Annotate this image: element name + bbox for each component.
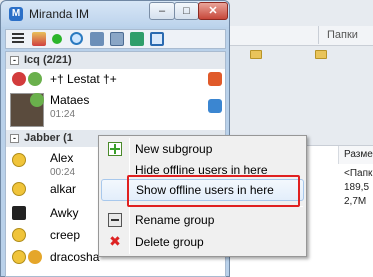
rename-icon <box>108 213 122 227</box>
minimize-button[interactable]: – <box>149 2 175 20</box>
options-icon[interactable] <box>90 32 104 46</box>
contact-item[interactable]: +† Lestat †+ <box>6 70 225 88</box>
background-folder-row <box>240 46 373 64</box>
background-folders-tab[interactable]: Папки <box>318 26 373 44</box>
background-cell: 189,5 <box>344 182 370 193</box>
extra-status-icon <box>208 72 222 86</box>
jabber-status-icon <box>12 250 26 264</box>
jabber-status-icon <box>12 228 26 242</box>
icq-status-icon <box>12 72 26 86</box>
menu-item-label: Delete group <box>135 235 204 249</box>
jabber-status-icon <box>12 206 26 220</box>
contact-name: alkar <box>50 182 77 196</box>
collapse-icon[interactable]: - <box>10 134 19 143</box>
group-label: Icq (2/21) <box>24 54 72 66</box>
folder-icon <box>315 50 327 59</box>
new-subgroup-icon <box>108 142 122 156</box>
menu-item-new-subgroup[interactable]: New subgroup <box>101 138 304 160</box>
collapse-icon[interactable]: - <box>10 56 19 65</box>
title-bar[interactable]: M Miranda IM – □ ✕ <box>1 1 229 27</box>
contact-time: 00:24 <box>50 167 76 178</box>
clist-toolbar <box>5 29 226 49</box>
contact-name: Alex <box>50 151 74 165</box>
online-dot-icon[interactable] <box>52 34 62 44</box>
menu-icon[interactable] <box>12 33 24 43</box>
contact-item[interactable]: Mataes 01:24 <box>6 91 225 129</box>
jabber-status-icon <box>12 153 26 167</box>
flower-icon <box>30 93 44 107</box>
contact-name: +† Lestat †+ <box>50 72 117 86</box>
miranda-app-icon[interactable]: M <box>9 7 23 21</box>
menu-item-rename-group[interactable]: Rename group <box>101 209 304 231</box>
background-size-column-header[interactable]: Разме <box>338 146 373 164</box>
mood-icon <box>28 250 42 264</box>
contact-name: Mataes <box>50 93 90 107</box>
zoom-icon[interactable] <box>150 32 164 46</box>
group-header-icq[interactable]: - Icq (2/21) <box>6 52 225 69</box>
client-icon <box>208 99 222 113</box>
jabber-status-icon <box>12 182 26 196</box>
contact-name: creep <box>50 228 81 242</box>
contact-time: 01:24 <box>50 109 76 120</box>
find-icon[interactable] <box>70 32 83 45</box>
contact-name: Awky <box>50 206 79 220</box>
groups-icon[interactable] <box>110 32 124 46</box>
menu-item-label: New subgroup <box>135 142 213 156</box>
background-cell: <Папк <box>344 168 373 179</box>
delete-icon: ✖ <box>109 234 121 250</box>
menu-item-label: Rename group <box>135 213 215 227</box>
folder-icon <box>250 50 262 59</box>
maximize-button[interactable]: □ <box>174 2 199 20</box>
contact-name: dracosha <box>50 250 100 264</box>
status-icon[interactable] <box>32 32 46 46</box>
red-highlight-annotation <box>127 175 300 207</box>
flower-icon <box>28 72 42 86</box>
background-cell: 2,7M <box>344 196 367 207</box>
group-label: Jabber (1 <box>24 132 73 144</box>
sounds-icon[interactable] <box>130 32 144 46</box>
window-title: Miranda IM <box>29 7 90 21</box>
close-button[interactable]: ✕ <box>198 2 228 20</box>
menu-item-delete-group[interactable]: ✖ Delete group <box>101 231 304 253</box>
